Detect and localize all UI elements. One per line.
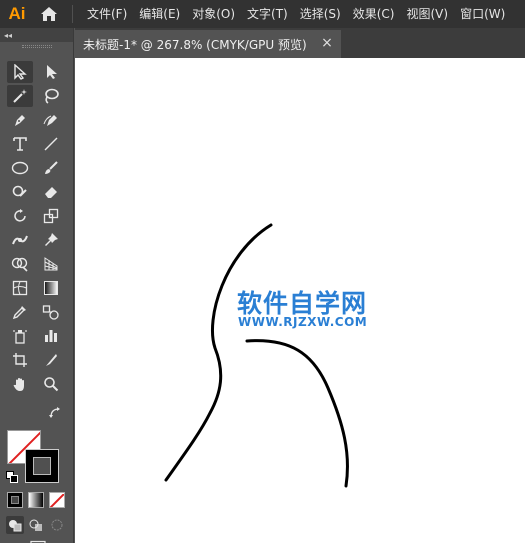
gradient-mode-button[interactable] <box>28 492 44 508</box>
scale-tool[interactable] <box>38 205 64 227</box>
selection-tool[interactable] <box>7 61 33 83</box>
close-tab-button[interactable]: × <box>319 35 335 51</box>
paintbrush-tool[interactable] <box>38 157 64 179</box>
zoom-tool[interactable] <box>38 373 64 395</box>
right-curve-path[interactable] <box>245 339 349 488</box>
artboard-tool[interactable] <box>7 349 33 371</box>
lasso-icon <box>45 88 59 104</box>
slice-tool[interactable] <box>38 349 64 371</box>
pen-icon <box>15 115 25 126</box>
document-tab-title: 未标题-1* @ 267.8% (CMYK/GPU 预览) <box>83 37 307 52</box>
column-graph-icon <box>45 330 57 342</box>
menu-effect[interactable]: 效果(C) <box>347 0 401 28</box>
blend-icon <box>42 305 59 320</box>
home-button[interactable] <box>34 0 64 28</box>
gradient-icon <box>44 281 58 295</box>
none-mode-button[interactable] <box>49 492 65 508</box>
draw-behind-button[interactable] <box>27 516 45 534</box>
menu-select[interactable]: 选择(S) <box>294 0 347 28</box>
menu-view[interactable]: 视图(V) <box>400 0 454 28</box>
type-tool[interactable] <box>7 133 33 155</box>
magic-wand-tool[interactable] <box>7 85 33 107</box>
perspective-grid-icon <box>44 257 58 271</box>
left-curve-path[interactable] <box>164 223 273 482</box>
lasso-tool[interactable] <box>38 85 64 107</box>
pin-icon <box>45 233 58 246</box>
selection-arrow-icon <box>14 64 27 80</box>
menu-file[interactable]: 文件(F) <box>81 0 133 28</box>
ellipse-icon <box>11 161 29 175</box>
document-tab-bar: 未标题-1* @ 267.8% (CMYK/GPU 预览) × <box>75 28 525 58</box>
curvature-tool[interactable] <box>38 109 64 131</box>
puppet-warp-tool[interactable] <box>7 229 33 251</box>
shaper-tool[interactable] <box>7 181 33 203</box>
stroke-swatch-inner <box>33 457 51 475</box>
line-segment-tool[interactable] <box>38 133 64 155</box>
shape-builder-tool[interactable] <box>7 253 33 275</box>
watermark-url: WWW.RJZXW.COM <box>238 315 368 329</box>
menu-edit[interactable]: 编辑(E) <box>133 0 186 28</box>
blend-tool[interactable] <box>38 301 64 323</box>
panel-grip[interactable] <box>22 45 52 48</box>
direct-selection-arrow-icon <box>47 65 57 79</box>
magic-wand-icon <box>13 89 27 103</box>
artboard-canvas[interactable]: 软件自学网 WWW.RJZXW.COM <box>75 58 525 543</box>
rotate-icon <box>14 209 26 222</box>
slice-knife-icon <box>46 354 57 366</box>
gradient-tool[interactable] <box>38 277 64 299</box>
eyedropper-tool[interactable] <box>7 301 33 323</box>
home-icon <box>41 7 57 21</box>
symbol-sprayer-icon <box>13 330 27 344</box>
pen-tool[interactable] <box>7 109 33 131</box>
app-logo: Ai <box>8 4 26 23</box>
line-segment-icon <box>44 137 58 151</box>
type-icon <box>13 137 27 151</box>
color-mode-button[interactable] <box>7 492 23 508</box>
eraser-icon <box>45 187 57 198</box>
rotate-tool[interactable] <box>7 205 33 227</box>
eraser-tool[interactable] <box>38 181 64 203</box>
zoom-icon <box>44 377 59 392</box>
shape-builder-icon <box>11 257 28 272</box>
none-slash-icon <box>50 493 64 507</box>
mesh-tool[interactable] <box>7 277 33 299</box>
draw-inside-icon <box>51 519 63 531</box>
shaper-icon <box>12 185 27 197</box>
curvature-pen-icon <box>43 115 57 126</box>
scale-icon <box>43 208 59 224</box>
menu-bar: Ai 文件(F) 编辑(E) 对象(O) 文字(T) 选择(S) 效果(C) 视… <box>0 0 525 28</box>
swap-fill-stroke-icon[interactable] <box>48 405 62 419</box>
mesh-icon <box>12 280 28 296</box>
menu-divider <box>72 5 73 23</box>
puppet-warp-icon <box>12 235 28 245</box>
hand-icon <box>13 378 24 391</box>
artboard-icon <box>13 353 27 367</box>
default-fill-stroke-icon[interactable] <box>6 468 18 483</box>
perspective-grid-tool[interactable] <box>38 253 64 275</box>
direct-selection-tool[interactable] <box>38 61 64 83</box>
draw-normal-icon <box>9 520 22 532</box>
menu-window[interactable]: 窗口(W) <box>454 0 511 28</box>
ellipse-tool[interactable] <box>7 157 33 179</box>
illustrator-window: Ai 文件(F) 编辑(E) 对象(O) 文字(T) 选择(S) 效果(C) 视… <box>0 0 525 543</box>
eyedropper-icon <box>12 306 26 320</box>
collapse-panel-button[interactable]: ◂◂ <box>4 31 12 40</box>
menu-type[interactable]: 文字(T) <box>241 0 294 28</box>
draw-inside-button[interactable] <box>48 516 66 534</box>
draw-normal-button[interactable] <box>6 516 24 534</box>
pin-tool[interactable] <box>38 229 64 251</box>
menu-items: 文件(F) 编辑(E) 对象(O) 文字(T) 选择(S) 效果(C) 视图(V… <box>81 0 511 28</box>
draw-behind-icon <box>29 519 42 531</box>
tools-panel-header: ◂◂ <box>0 28 73 42</box>
tools-panel: ◂◂ <box>0 28 74 543</box>
paintbrush-icon <box>45 161 58 174</box>
symbol-sprayer-tool[interactable] <box>7 325 33 347</box>
menu-object[interactable]: 对象(O) <box>186 0 241 28</box>
hand-tool[interactable] <box>7 373 33 395</box>
document-tab[interactable]: 未标题-1* @ 267.8% (CMYK/GPU 预览) × <box>75 30 341 58</box>
stroke-swatch[interactable] <box>25 449 59 483</box>
column-graph-tool[interactable] <box>38 325 64 347</box>
